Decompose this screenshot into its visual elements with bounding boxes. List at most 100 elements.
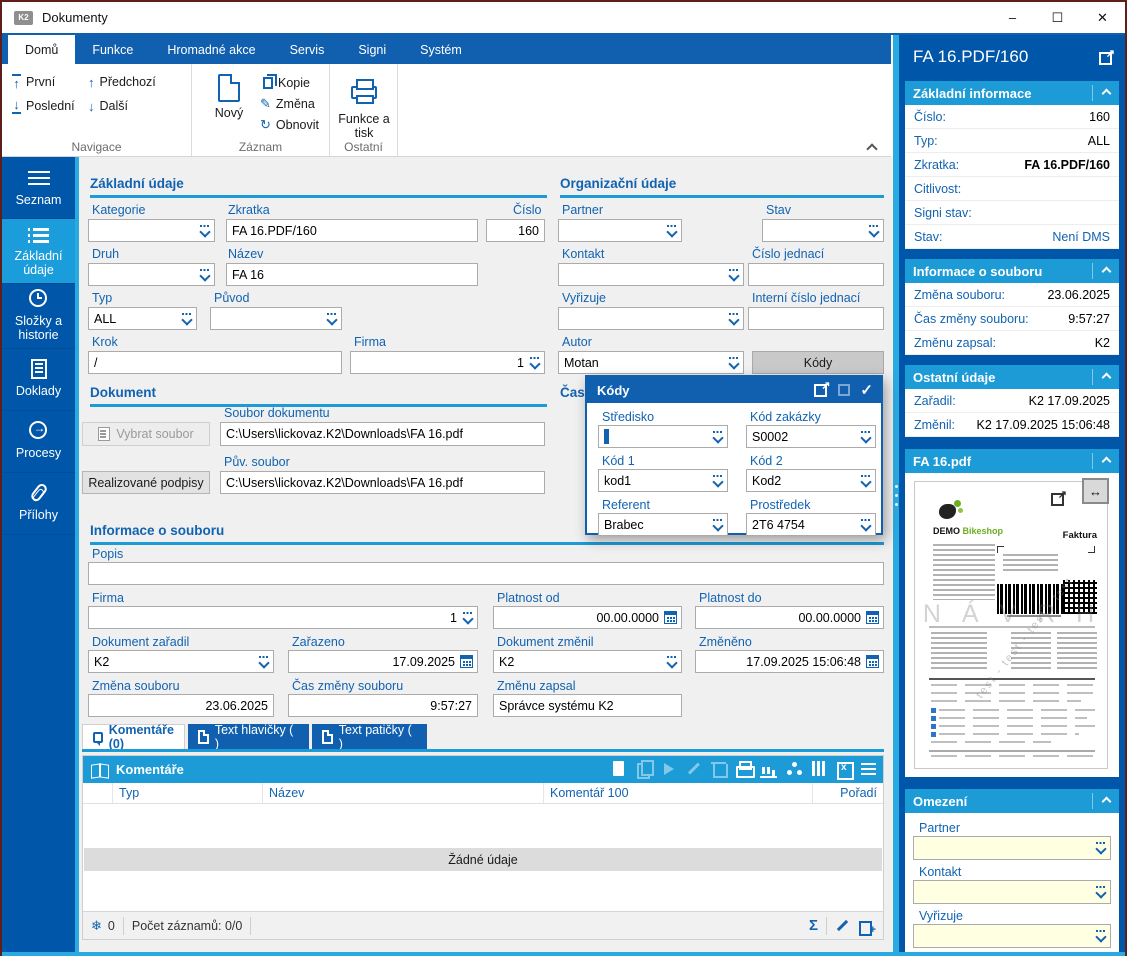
dropdown-icon[interactable]: [1094, 930, 1107, 942]
typ-combobox[interactable]: ALL: [88, 307, 197, 330]
sidebar-item-slozky-a-historie[interactable]: Složky a historie: [2, 284, 75, 349]
sidebar-item-prilohy[interactable]: Přílohy: [2, 473, 75, 535]
minimize-button[interactable]: –: [990, 2, 1035, 33]
collapse-icon[interactable]: [1102, 457, 1112, 467]
dropdown-icon[interactable]: [461, 612, 474, 624]
tab-system[interactable]: Systém: [403, 35, 479, 64]
chart-icon[interactable]: [760, 760, 777, 778]
dropdown-icon[interactable]: [1094, 842, 1107, 854]
previous-button[interactable]: ↑ Předchozí: [88, 75, 184, 89]
prostredek-combobox[interactable]: 2T6 4754: [746, 513, 876, 536]
column-komentar[interactable]: Komentář 100: [544, 783, 813, 803]
interni-cislo-jednaci-input[interactable]: [748, 307, 884, 330]
kod-zakazky-combobox[interactable]: S0002: [746, 425, 876, 448]
collapse-icon[interactable]: [1102, 797, 1112, 807]
cislo-input[interactable]: 160: [486, 219, 545, 242]
cislo-jednaci-input[interactable]: [748, 263, 884, 286]
dropdown-icon[interactable]: [198, 225, 211, 237]
bulk-change-icon[interactable]: [858, 918, 875, 934]
krok-input[interactable]: /: [88, 351, 342, 374]
edit-record-icon[interactable]: [685, 760, 702, 778]
dropdown-icon[interactable]: [257, 656, 270, 668]
realizovane-podpisy-button[interactable]: Realizované podpisy: [82, 471, 210, 494]
kontakt-combobox[interactable]: [558, 263, 744, 286]
card-header[interactable]: Základní informace: [905, 81, 1119, 105]
dropdown-icon[interactable]: [711, 475, 724, 487]
dropdown-icon[interactable]: [198, 269, 211, 281]
omezeni-kontakt-combobox[interactable]: [913, 880, 1111, 904]
puv-soubor-input[interactable]: C:\Users\lickovaz.K2\Downloads\FA 16.pdf: [220, 471, 545, 494]
delete-record-icon[interactable]: [710, 760, 727, 778]
dropdown-icon[interactable]: [325, 313, 338, 325]
dropdown-icon[interactable]: [665, 225, 678, 237]
tab-komentare[interactable]: Komentáře (0): [82, 724, 185, 749]
dokument-zmenil-combobox[interactable]: K2: [493, 650, 682, 673]
column-poradi[interactable]: Pořadí: [813, 783, 883, 803]
kod1-combobox[interactable]: kod1: [598, 469, 728, 492]
sidebar-item-doklady[interactable]: Doklady: [2, 349, 75, 411]
quick-edit-icon[interactable]: [835, 918, 850, 933]
calendar-icon[interactable]: [866, 611, 879, 624]
kod2-combobox[interactable]: Kod2: [746, 469, 876, 492]
platnost-do-input[interactable]: 00.00.0000: [695, 606, 884, 629]
druh-combobox[interactable]: [88, 263, 215, 286]
vyrizuje-combobox[interactable]: [558, 307, 744, 330]
new-button[interactable]: Nový: [198, 70, 260, 136]
popis-input[interactable]: [88, 562, 884, 585]
calendar-icon[interactable]: [460, 655, 473, 668]
soubor-dokumentu-input[interactable]: C:\Users\lickovaz.K2\Downloads\FA 16.pdf: [220, 422, 545, 446]
zmeneno-input[interactable]: 17.09.2025 15:06:48: [695, 650, 884, 673]
refresh-button[interactable]: ↻ Obnovit: [260, 115, 319, 136]
fit-width-icon[interactable]: ↔: [1082, 478, 1109, 504]
card-header[interactable]: FA 16.pdf: [905, 449, 1119, 473]
vybrat-soubor-button[interactable]: Vybrat soubor: [82, 422, 210, 446]
cas-zmeny-souboru-input[interactable]: 9:57:27: [288, 694, 478, 717]
dropdown-icon[interactable]: [727, 357, 740, 369]
sum-icon[interactable]: Σ: [809, 917, 818, 934]
save-icon[interactable]: [838, 384, 850, 396]
last-button[interactable]: ↓ Poslední: [12, 98, 88, 114]
omezeni-vyrizuje-combobox[interactable]: [913, 924, 1111, 948]
kategorie-combobox[interactable]: [88, 219, 215, 242]
sidebar-item-zakladni-udaje[interactable]: Základní údaje: [2, 219, 75, 284]
preview-popout-icon[interactable]: [1051, 492, 1065, 506]
grid-menu-icon[interactable]: [860, 760, 877, 778]
collapse-icon[interactable]: [1102, 373, 1112, 383]
card-header[interactable]: Ostatní údaje: [905, 365, 1119, 389]
columns-icon[interactable]: [810, 760, 827, 778]
card-header[interactable]: Informace o souboru: [905, 259, 1119, 283]
column-nazev[interactable]: Název: [263, 783, 544, 803]
zmenu-zapsal-input[interactable]: Správce systému K2: [493, 694, 682, 717]
print-functions-button[interactable]: Funkce a tisk: [336, 70, 392, 140]
dropdown-icon[interactable]: [711, 431, 724, 443]
column-typ[interactable]: Typ: [113, 783, 263, 803]
new-record-icon[interactable]: [610, 760, 627, 778]
tab-servis[interactable]: Servis: [273, 35, 342, 64]
dropdown-icon[interactable]: [1094, 886, 1107, 898]
dokument-zaradil-combobox[interactable]: K2: [88, 650, 274, 673]
group-icon[interactable]: [785, 760, 802, 778]
dropdown-icon[interactable]: [727, 313, 740, 325]
popout-icon[interactable]: [814, 383, 828, 397]
dropdown-icon[interactable]: [859, 519, 872, 531]
calendar-icon[interactable]: [866, 655, 879, 668]
nazev-input[interactable]: FA 16: [226, 263, 478, 286]
tab-funkce[interactable]: Funkce: [75, 35, 150, 64]
stredisko-combobox[interactable]: [598, 425, 728, 448]
print-icon[interactable]: [735, 760, 752, 778]
card-header[interactable]: Omezení: [905, 789, 1119, 813]
omezeni-partner-combobox[interactable]: [913, 836, 1111, 860]
dropdown-icon[interactable]: [727, 269, 740, 281]
referent-combobox[interactable]: Brabec: [598, 513, 728, 536]
tab-hromadne-akce[interactable]: Hromadné akce: [150, 35, 272, 64]
maximize-button[interactable]: ☐: [1035, 2, 1080, 33]
export-excel-icon[interactable]: [835, 760, 852, 778]
ribbon-collapse-icon[interactable]: [867, 144, 877, 150]
partner-combobox[interactable]: [558, 219, 682, 242]
kody-button[interactable]: Kódy: [752, 351, 884, 374]
dropdown-icon[interactable]: [859, 475, 872, 487]
zarazeno-input[interactable]: 17.09.2025: [288, 650, 478, 673]
collapse-icon[interactable]: [1102, 89, 1112, 99]
autor-combobox[interactable]: Motan: [558, 351, 744, 374]
stav-combobox[interactable]: [762, 219, 884, 242]
